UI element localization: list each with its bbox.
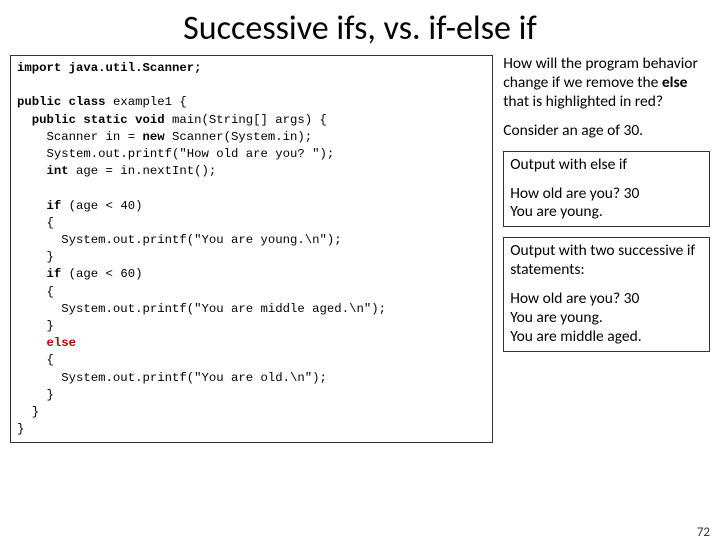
code-text: Scanner in = [17, 130, 142, 144]
code-text: age = in.nextInt(); [69, 164, 217, 178]
output-else-title: Output with else if [510, 156, 703, 175]
q-else-word: else [662, 73, 688, 92]
code-line: { [17, 353, 54, 367]
code-kw: int [17, 164, 69, 178]
code-line: } [17, 319, 54, 333]
code-text: (age < 40) [61, 199, 142, 213]
content-row: import java.util.Scanner; public class e… [0, 55, 720, 443]
code-line: } [17, 422, 24, 436]
output-if-line1: How old are you? 30 [510, 290, 703, 309]
code-text: Scanner(System.in); [165, 130, 313, 144]
output-if-box: Output with two successive if statements… [503, 237, 710, 352]
page-number: 72 [697, 525, 710, 540]
code-kw: if [17, 199, 61, 213]
code-else-highlight: else [17, 336, 76, 350]
consider-text: Consider an age of 30. [503, 122, 710, 141]
code-text: example1 { [106, 95, 187, 109]
code-kw: if [17, 267, 61, 281]
code-kw: new [142, 130, 164, 144]
code-line: } [17, 250, 54, 264]
question-text: How will the program behavior change if … [503, 55, 710, 112]
output-if-line2: You are young. [510, 309, 703, 328]
code-line: System.out.printf("You are old.\n"); [17, 371, 327, 385]
slide-title: Successive ifs, vs. if-else if [0, 8, 720, 49]
code-line: System.out.printf("How old are you? "); [17, 147, 334, 161]
code-line: { [17, 285, 54, 299]
code-text: main(String[] args) { [165, 113, 327, 127]
code-line: } [17, 405, 39, 419]
code-kw: import java.util.Scanner; [17, 61, 201, 75]
output-else-box: Output with else if How old are you? 30 … [503, 151, 710, 228]
output-else-line2: You are young. [510, 203, 703, 222]
code-kw: public class [17, 95, 106, 109]
q-part2: that is highlighted in red? [503, 92, 663, 111]
output-if-line3: You are middle aged. [510, 328, 703, 347]
output-if-title: Output with two successive if statements… [510, 242, 703, 280]
code-line: System.out.printf("You are middle aged.\… [17, 302, 386, 316]
code-line: System.out.printf("You are young.\n"); [17, 233, 342, 247]
output-else-line1: How old are you? 30 [510, 185, 703, 204]
code-line: } [17, 388, 54, 402]
code-line: { [17, 216, 54, 230]
code-kw: public static void [17, 113, 165, 127]
code-box: import java.util.Scanner; public class e… [10, 55, 493, 443]
right-column: How will the program behavior change if … [503, 55, 710, 443]
code-text: (age < 60) [61, 267, 142, 281]
